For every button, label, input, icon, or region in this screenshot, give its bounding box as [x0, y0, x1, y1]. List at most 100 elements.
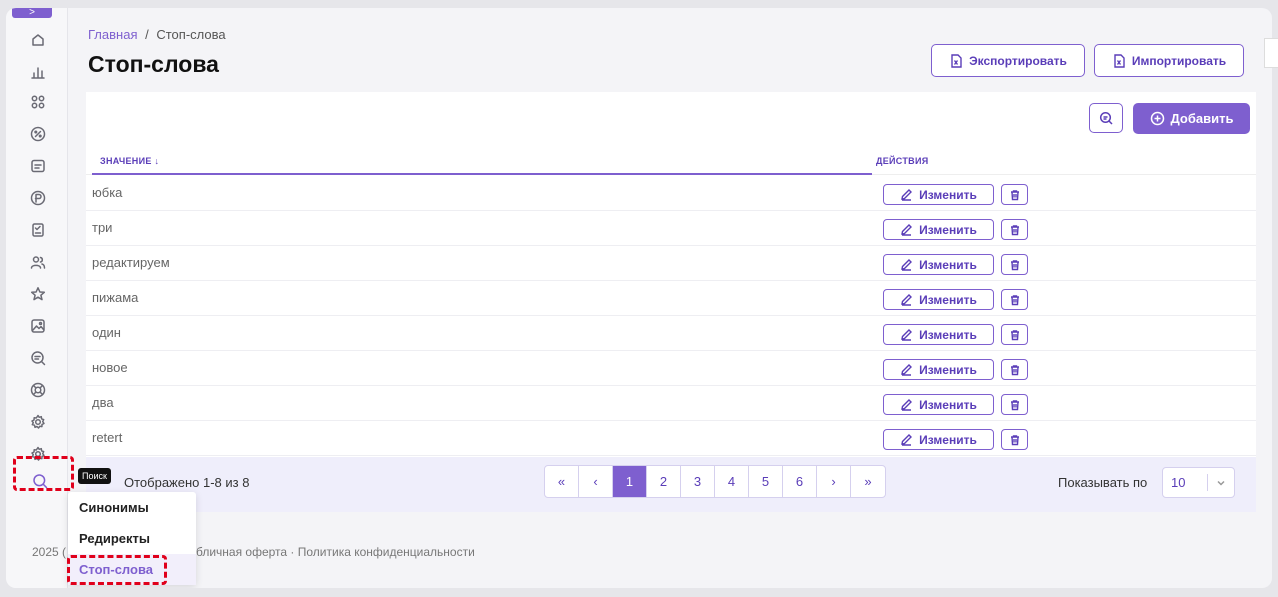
- pagination-item[interactable]: »: [851, 466, 885, 497]
- edit-button-label: Изменить: [919, 362, 977, 377]
- table-row: retert Изменить: [86, 421, 1256, 456]
- pencil-icon: [901, 329, 913, 341]
- stopword-value: пижама: [92, 290, 139, 305]
- table-row: два Изменить: [86, 386, 1256, 421]
- edit-button[interactable]: Изменить: [883, 359, 994, 380]
- edit-button-label: Изменить: [919, 292, 977, 307]
- home-icon[interactable]: [28, 30, 48, 50]
- breadcrumb-separator: /: [145, 27, 149, 42]
- delete-button[interactable]: [1001, 219, 1028, 240]
- edit-button[interactable]: Изменить: [883, 289, 994, 310]
- edit-button-label: Изменить: [919, 222, 977, 237]
- column-header-actions: ДЕЙСТВИЯ: [876, 156, 929, 166]
- adjacent-window-edge: [1264, 38, 1278, 68]
- export-button[interactable]: Экспортировать: [931, 44, 1085, 77]
- edit-button[interactable]: Изменить: [883, 254, 994, 275]
- delete-button[interactable]: [1001, 184, 1028, 205]
- pagination: «‹ 1 2 3 4 5 6 ›»: [544, 465, 886, 498]
- table-row: редактируем Изменить: [86, 246, 1256, 281]
- table-toolbar: Добавить: [86, 92, 1256, 148]
- pagination-item[interactable]: 2: [647, 466, 681, 497]
- excel-file-icon: [951, 53, 962, 68]
- delete-button[interactable]: [1001, 289, 1028, 310]
- coin-icon[interactable]: [28, 188, 48, 208]
- select-divider: [1207, 474, 1208, 491]
- flyout-item[interactable]: Редиректы: [68, 523, 196, 554]
- export-button-label: Экспортировать: [969, 53, 1067, 68]
- pencil-icon: [901, 189, 913, 201]
- stopword-value: редактируем: [92, 255, 170, 270]
- star-icon[interactable]: [28, 284, 48, 304]
- add-button[interactable]: Добавить: [1133, 103, 1250, 134]
- percent-icon[interactable]: [28, 124, 48, 144]
- chevron-down-icon: [1215, 476, 1229, 490]
- plus-circle-icon: [1150, 111, 1164, 126]
- trash-icon: [1010, 224, 1019, 235]
- search-list-icon[interactable]: [28, 348, 48, 368]
- sidebar-toggle[interactable]: >: [12, 8, 52, 18]
- stopword-value: один: [92, 325, 121, 340]
- edit-button[interactable]: Изменить: [883, 184, 994, 205]
- edit-button[interactable]: Изменить: [883, 394, 994, 415]
- message-icon[interactable]: [28, 156, 48, 176]
- legal-links[interactable]: бличная оферта · Политика конфиденциальн…: [196, 545, 475, 559]
- pagination-item[interactable]: 5: [749, 466, 783, 497]
- delete-button[interactable]: [1001, 429, 1028, 450]
- edit-button[interactable]: Изменить: [883, 324, 994, 345]
- grid-icon[interactable]: [28, 92, 48, 112]
- column-header-value[interactable]: ЗНАЧЕНИЕ ↓: [100, 148, 159, 175]
- checklist-icon[interactable]: [28, 220, 48, 240]
- stopwords-table-card: Добавить ЗНАЧЕНИЕ ↓ ДЕЙСТВИЯ юбка Изменит…: [86, 92, 1256, 512]
- stopword-value: два: [92, 395, 114, 410]
- edit-button[interactable]: Изменить: [883, 429, 994, 450]
- trash-icon: [1010, 259, 1019, 270]
- pencil-icon: [901, 364, 913, 376]
- settings-icon[interactable]: [28, 412, 48, 432]
- trash-icon: [1010, 329, 1019, 340]
- pencil-icon: [901, 294, 913, 306]
- per-page-label: Показывать по: [1058, 475, 1148, 490]
- pagination-item[interactable]: 6: [783, 466, 817, 497]
- app-window: > Главная / Стоп-слова Стоп-слова Экспор…: [6, 8, 1272, 588]
- pagination-item[interactable]: ›: [817, 466, 851, 497]
- search-tooltip: Поиск: [78, 468, 111, 484]
- table-row: пижама Изменить: [86, 281, 1256, 316]
- breadcrumb-current: Стоп-слова: [156, 27, 226, 42]
- table-row: один Изменить: [86, 316, 1256, 351]
- pagination-item[interactable]: 3: [681, 466, 715, 497]
- edit-button[interactable]: Изменить: [883, 219, 994, 240]
- breadcrumb: Главная / Стоп-слова: [88, 27, 226, 42]
- lifebuoy-icon[interactable]: [28, 380, 48, 400]
- edit-button-label: Изменить: [919, 327, 977, 342]
- stopword-value: три: [92, 220, 113, 235]
- table-header: ЗНАЧЕНИЕ ↓ ДЕЙСТВИЯ: [86, 148, 1256, 175]
- search-toggle-button[interactable]: [1089, 103, 1123, 133]
- pencil-icon: [901, 399, 913, 411]
- breadcrumb-home-link[interactable]: Главная: [88, 27, 137, 42]
- table-row: три Изменить: [86, 211, 1256, 246]
- edit-button-label: Изменить: [919, 432, 977, 447]
- per-page-value: 10: [1171, 475, 1186, 490]
- per-page-select[interactable]: 10: [1162, 467, 1235, 498]
- chart-icon[interactable]: [28, 62, 48, 82]
- trash-icon: [1010, 294, 1019, 305]
- pagination-item[interactable]: «: [545, 466, 579, 497]
- users-icon[interactable]: [28, 252, 48, 272]
- stopwords-menu-highlight: [67, 555, 167, 585]
- delete-button[interactable]: [1001, 359, 1028, 380]
- delete-button[interactable]: [1001, 394, 1028, 415]
- delete-button[interactable]: [1001, 254, 1028, 275]
- table-row: новое Изменить: [86, 351, 1256, 386]
- pagination-item[interactable]: 1: [613, 466, 647, 497]
- stopword-value: retert: [92, 430, 123, 445]
- flyout-item[interactable]: Синонимы: [68, 492, 196, 523]
- edit-button-label: Изменить: [919, 187, 977, 202]
- import-button[interactable]: Импортировать: [1094, 44, 1244, 77]
- image-icon[interactable]: [28, 316, 48, 336]
- pencil-icon: [901, 224, 913, 236]
- pagination-item[interactable]: 4: [715, 466, 749, 497]
- copyright-text: 2025 (: [32, 545, 67, 559]
- pagination-item[interactable]: ‹: [579, 466, 613, 497]
- delete-button[interactable]: [1001, 324, 1028, 345]
- stopword-value: юбка: [92, 185, 123, 200]
